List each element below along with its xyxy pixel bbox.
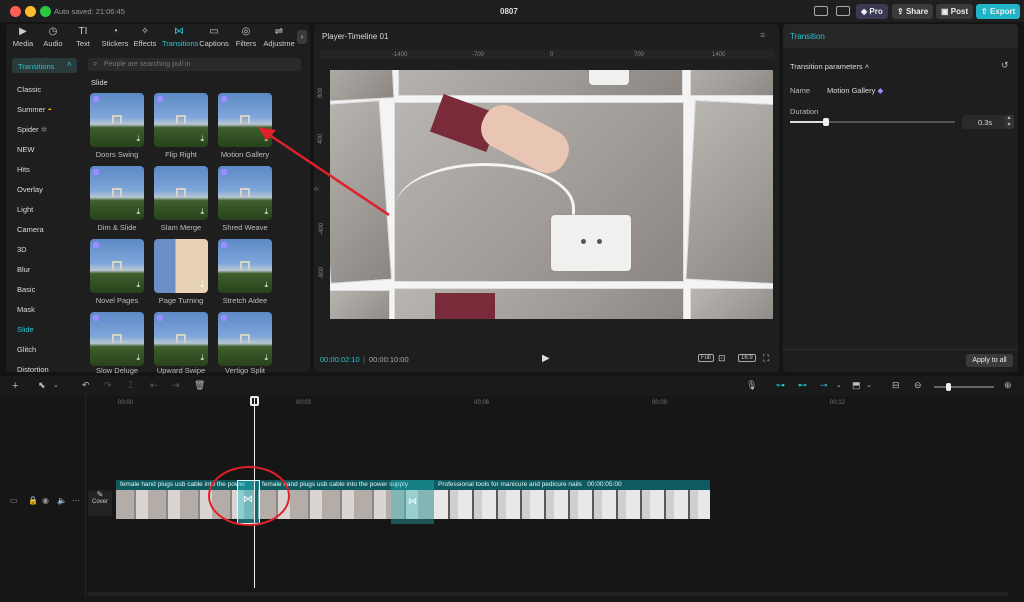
timeline-scrollbar[interactable] xyxy=(88,592,1008,596)
annotation-arrow xyxy=(258,127,390,217)
